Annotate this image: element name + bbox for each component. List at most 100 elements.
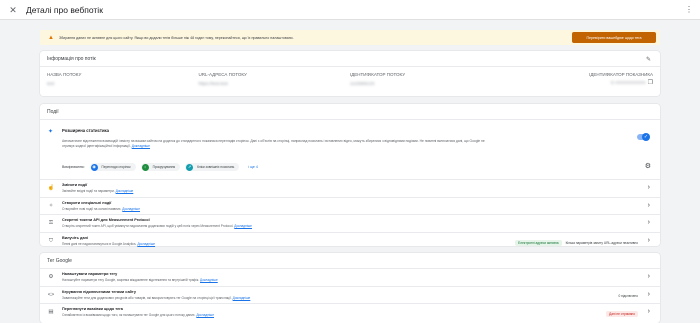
stream-name-field: НАЗВА ПОТОКУ test xyxy=(47,72,199,95)
stream-name-value: test xyxy=(47,81,55,86)
edit-icon[interactable]: ✎ xyxy=(646,56,651,63)
touch-icon: ☝ xyxy=(47,185,55,191)
copy-icon[interactable]: ❐ xyxy=(648,79,653,86)
tag-settings-icon: ⚙ xyxy=(48,274,54,280)
events-heading: Події xyxy=(47,108,59,115)
chevron-right-icon: › xyxy=(647,184,650,191)
measurement-id-label: ІДЕНТИФІКАТОР ПОКАЗНИКА xyxy=(589,72,653,77)
chip-page-views-label: Перегляди сторінок xyxy=(101,165,131,169)
stream-id-label: ІДЕНТИФІКАТОР ПОТОКУ xyxy=(350,72,406,77)
connected-count: 0 підключено xyxy=(618,293,638,298)
modify-events-row[interactable]: ☝ Змінити події Змінюйте вхідні події та… xyxy=(40,180,660,198)
gear-icon[interactable]: ⚙ xyxy=(645,162,651,170)
row-learn-more-link[interactable]: Докладніше xyxy=(233,296,251,300)
row-title: Секретні токени API для Measurement Prot… xyxy=(62,218,150,222)
code-icon: <> xyxy=(47,291,55,298)
cursor-icon: ➚ xyxy=(186,163,194,171)
enhanced-measurement-description: Автоматичне відстеження взаємодій і вміс… xyxy=(62,139,492,148)
chip-scrolls: ↕ Прокручування xyxy=(140,163,181,171)
row-description: Завантажуйте теги для додаткових ресурсі… xyxy=(62,296,250,300)
status-text: Кілька параметрів запиту URL-адреси неак… xyxy=(565,240,638,245)
stream-url-value: https://test.test xyxy=(198,81,228,86)
measurement-id-value: G-XXXXXXXXXX xyxy=(610,80,646,85)
row-description-text: Ознайомтеся із вказівками щодо того, як … xyxy=(62,313,196,317)
chip-page-views: ◉ Перегляди сторінок xyxy=(89,163,136,171)
sparkle-icon: ✦ xyxy=(48,129,54,135)
stream-details-header: Інформація про потік ✎ xyxy=(40,51,660,67)
check-icon: ✓ xyxy=(642,133,650,141)
row-learn-more-link[interactable]: Докладніше xyxy=(196,313,214,317)
enhanced-measurement-text: Автоматичне відстеження взаємодій і вміс… xyxy=(62,139,485,148)
shield-icon: ⛉ xyxy=(48,237,54,244)
row-description: Змінюйте вхідні події та параметри. Докл… xyxy=(62,189,133,193)
tag-status: Дані не отримано xyxy=(606,311,638,317)
warning-banner: ▲ Збирання даних не активне для цього са… xyxy=(40,30,660,45)
redact-status: Електронні адреси активна Кілька параметр… xyxy=(515,239,638,246)
row-title: Переглянути вказівки щодо тега xyxy=(62,307,123,311)
instructions-icon: ▤ xyxy=(48,309,54,315)
enhanced-learn-more-link[interactable]: Докладніше xyxy=(132,144,150,148)
events-header: Події xyxy=(40,104,660,120)
row-description: Налаштуйте параметри тегу Google, зокрем… xyxy=(62,278,218,282)
scroll-icon: ↕ xyxy=(141,163,149,171)
stream-id-field: ІДЕНТИФІКАТОР ПОТОКУ 1115968133 xyxy=(350,72,502,95)
chip-outbound-clicks-label: Кліки зовнішніх посилань xyxy=(197,165,235,169)
top-app-bar: ✕ Деталі про вебпотік ⋮ xyxy=(0,0,700,20)
events-card: Події ✦ Розширена статистика Автоматичне… xyxy=(40,104,660,246)
chevron-right-icon: › xyxy=(647,273,650,280)
more-measurements-link[interactable]: і ще 4 xyxy=(248,165,257,169)
chevron-right-icon: › xyxy=(647,201,650,209)
stream-name-label: НАЗВА ПОТОКУ xyxy=(47,72,82,77)
row-learn-more-link[interactable]: Докладніше xyxy=(116,189,134,193)
status-badge: Дані не отримано xyxy=(606,311,638,317)
enhanced-measurement-toggle[interactable]: ✓ xyxy=(637,133,650,141)
row-description-text: Певні дані не надсилатимуться в Google A… xyxy=(62,241,137,246)
row-learn-more-link[interactable]: Докладніше xyxy=(137,242,155,246)
row-description-text: Створюйте нові події на основі наявних. xyxy=(62,206,122,211)
row-learn-more-link[interactable]: Докладніше xyxy=(234,224,252,228)
sparkle-add-icon: ✧ xyxy=(48,202,54,209)
chevron-right-icon: › xyxy=(647,308,650,315)
row-title: Змінити події xyxy=(62,183,88,187)
row-description-text: Створіть секретний токен API, щоб увімкн… xyxy=(62,224,234,228)
measuring-chips: Вимірювання: ◉ Перегляди сторінок ↕ Прок… xyxy=(62,163,258,171)
google-tag-header: Тег Google xyxy=(40,253,660,269)
status-badge: Електронні адреси активна xyxy=(515,239,562,246)
close-icon[interactable]: ✕ xyxy=(9,5,17,14)
chip-outbound-clicks: ➚ Кліки зовнішніх посилань xyxy=(185,163,240,171)
api-secrets-row[interactable]: ⚿ Секретні токени API для Measurement Pr… xyxy=(40,215,660,233)
row-description: Ознайомтеся із вказівками щодо того, як … xyxy=(62,313,214,317)
tag-instructions-row[interactable]: ▤ Переглянути вказівки щодо тега Ознайом… xyxy=(40,304,660,322)
stream-details-card: Інформація про потік ✎ НАЗВА ПОТОКУ test… xyxy=(40,51,660,96)
redact-data-row[interactable]: ⛉ Вилучіть дані Певні дані не надсилатим… xyxy=(40,233,660,251)
row-learn-more-link[interactable]: Докладніше xyxy=(200,278,218,282)
chevron-right-icon: › xyxy=(647,236,650,244)
stream-fields: НАЗВА ПОТОКУ test URL-АДРЕСА ПОТОКУ http… xyxy=(40,67,660,95)
create-events-row[interactable]: ✧ Створити спеціальні події Створюйте но… xyxy=(40,198,660,215)
google-tag-heading: Тег Google xyxy=(47,257,72,264)
row-description-text: Змінюйте вхідні події та параметри. xyxy=(62,189,115,193)
enhanced-measurement-title: Розширена статистика xyxy=(62,128,109,133)
row-learn-more-link[interactable]: Докладніше xyxy=(122,207,140,211)
enhanced-measurement: ✦ Розширена статистика Автоматичне відст… xyxy=(40,120,660,180)
warning-icon: ▲ xyxy=(48,34,54,41)
row-title: Налаштувати параметри тегу xyxy=(62,272,118,276)
row-title: Вилучіть дані xyxy=(62,235,88,240)
check-tag-button[interactable]: Перевірити вашебдюе щодо тега xyxy=(572,32,656,43)
row-description: Створюйте нові події на основі наявних. … xyxy=(62,207,140,211)
key-icon: ⚿ xyxy=(48,220,54,226)
row-description-text: Завантажуйте теги для додаткових ресурсі… xyxy=(62,295,232,300)
stream-url-field: URL-АДРЕСА ПОТОКУ https://test.test xyxy=(199,72,351,95)
stream-id-value: 1115968133 xyxy=(350,81,375,86)
row-title: Керування підключеними тегами сайту xyxy=(62,289,136,294)
chevron-right-icon: › xyxy=(647,219,650,226)
chip-scrolls-label: Прокручування xyxy=(152,165,176,169)
eye-icon: ◉ xyxy=(90,163,98,171)
measurement-id-field: ІДЕНТИФІКАТОР ПОКАЗНИКА G-XXXXXXXXXX ❐ xyxy=(502,72,653,95)
configure-tag-row[interactable]: ⚙ Налаштувати параметри тегу Налаштуйте … xyxy=(40,269,660,287)
chevron-right-icon: › xyxy=(647,290,650,298)
connected-tags-row[interactable]: <> Керування підключеними тегами сайту З… xyxy=(40,287,660,304)
more-vert-icon[interactable]: ⋮ xyxy=(685,5,693,14)
stream-url-label: URL-АДРЕСА ПОТОКУ xyxy=(198,72,247,77)
warning-text: Збирання даних не активне для цього сайт… xyxy=(58,35,294,40)
